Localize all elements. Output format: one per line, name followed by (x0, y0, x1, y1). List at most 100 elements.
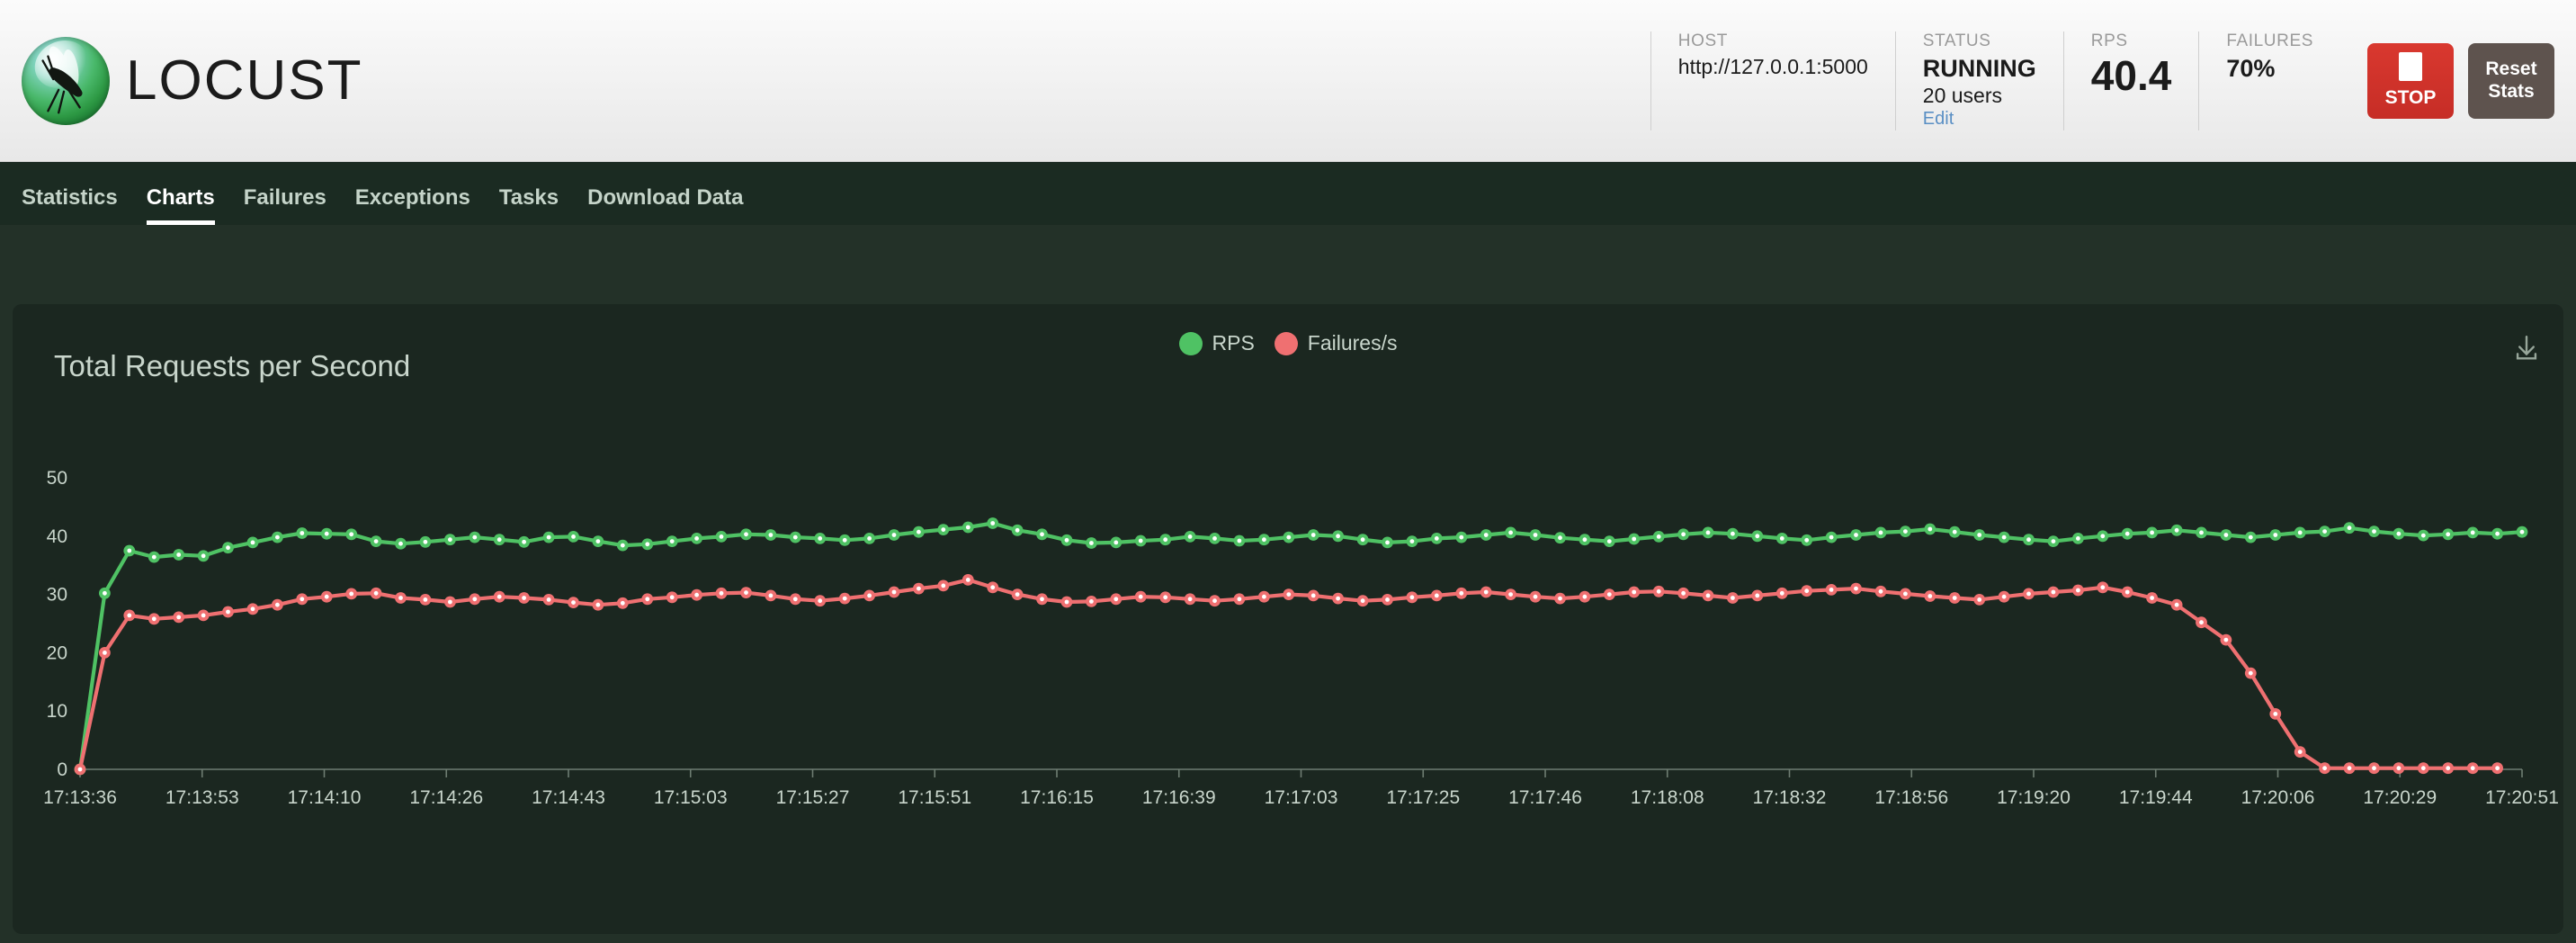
data-point-center (349, 532, 354, 537)
data-point-center (2396, 531, 2402, 536)
reset-stats-button[interactable]: Reset Stats (2468, 42, 2554, 119)
y-axis-tick-label: 20 (47, 642, 67, 663)
data-point-center (965, 578, 970, 582)
tab-download-data[interactable]: Download Data (573, 185, 757, 225)
data-point-center (103, 590, 107, 596)
data-point-center (1360, 537, 1365, 543)
data-point-center (2100, 585, 2106, 590)
data-point-center (201, 553, 206, 559)
data-point-center (1089, 599, 1094, 604)
data-point-center (1064, 537, 1069, 543)
data-point-center (1731, 531, 1735, 536)
data-point-center (1015, 527, 1020, 533)
x-axis-tick-label: 17:15:27 (776, 787, 850, 808)
data-point-center (694, 536, 699, 541)
data-point-center (1212, 598, 1217, 604)
data-point-center (620, 543, 625, 548)
data-point-center (546, 597, 551, 602)
stop-button[interactable]: STOP (2367, 42, 2454, 119)
data-point-center (1681, 532, 1686, 537)
data-point-center (522, 596, 526, 600)
data-point-center (1508, 592, 1513, 597)
data-point-center (1237, 597, 1242, 602)
data-point-center (1114, 540, 1119, 545)
data-point-center (1977, 597, 1982, 602)
data-point-center (1705, 593, 1711, 598)
data-point-center (1015, 592, 1020, 597)
main-nav: Statistics Charts Failures Exceptions Ta… (0, 162, 2576, 225)
data-point-center (990, 585, 996, 590)
stat-host-label: HOST (1677, 31, 1728, 50)
data-point-center (1731, 596, 1735, 600)
data-point-center (719, 534, 724, 539)
data-point-center (1434, 593, 1439, 598)
data-point-center (1089, 541, 1094, 545)
data-point-center (2273, 533, 2278, 537)
data-point-center (151, 616, 157, 622)
stat-status-label: STATUS (1922, 31, 1991, 50)
data-point-center (1977, 533, 1982, 537)
x-axis-tick-label: 17:15:03 (654, 787, 728, 808)
data-point-center (1237, 538, 1242, 543)
data-point-center (1878, 530, 1883, 535)
stop-square-icon (2399, 51, 2422, 81)
series-line-failuress (77, 578, 2500, 772)
data-point-center (2495, 766, 2500, 771)
data-point-center (373, 539, 379, 543)
stat-status: STATUS RUNNING 20 users Edit (1896, 31, 2064, 130)
data-point-center (1632, 589, 1637, 595)
stat-failures-label: FAILURES (2226, 31, 2313, 50)
data-point-center (1533, 594, 1538, 599)
data-point-center (1558, 535, 1562, 541)
tab-charts[interactable]: Charts (132, 185, 229, 225)
data-point-center (2100, 534, 2106, 539)
data-point-center (1114, 597, 1119, 602)
chart-plot-area[interactable]: 0 10 20 30 40 50 17:13:36 17:13:53 17:14:10 17:14… (13, 304, 2563, 934)
data-point-center (1705, 530, 1711, 535)
x-axis-tick-label: 17:20:51 (2485, 787, 2559, 808)
edit-link[interactable]: Edit (1923, 109, 2036, 130)
data-point-center (1952, 596, 1957, 600)
data-point-center (1779, 536, 1784, 541)
data-point-center (77, 767, 83, 772)
data-point-center (2174, 602, 2179, 607)
data-point-center (1558, 596, 1562, 601)
stop-button-label: STOP (2384, 86, 2437, 108)
data-point-center (2026, 537, 2031, 543)
data-point-center (496, 594, 502, 599)
data-point-center (818, 536, 823, 541)
data-point-center (423, 539, 428, 544)
tab-statistics[interactable]: Statistics (22, 185, 132, 225)
data-point-center (1434, 536, 1439, 541)
data-point-center (1040, 597, 1044, 602)
tab-tasks[interactable]: Tasks (485, 185, 573, 225)
data-point-center (275, 602, 280, 607)
stat-status-value: RUNNING (1922, 54, 2036, 82)
data-point-center (1336, 534, 1340, 539)
data-point-center (423, 597, 428, 602)
data-point-center (645, 597, 650, 602)
x-axis-tick-label: 17:20:06 (2241, 787, 2315, 808)
data-point-center (2446, 532, 2451, 537)
data-point-center (1385, 540, 1390, 545)
reset-label-line2: Stats (2488, 80, 2535, 102)
data-point-center (2420, 766, 2426, 771)
data-point-center (1779, 590, 1784, 596)
tab-exceptions[interactable]: Exceptions (341, 185, 485, 225)
data-point-center (2001, 594, 2007, 599)
data-point-center (1459, 590, 1464, 596)
data-point-center (2124, 531, 2130, 536)
data-point-center (917, 586, 921, 591)
data-point-center (2051, 539, 2056, 543)
data-point-center (324, 594, 329, 599)
data-point-center (398, 541, 403, 546)
data-point-center (1903, 591, 1908, 597)
data-point-center (1262, 537, 1266, 543)
data-point-center (176, 552, 182, 557)
data-point-center (1187, 597, 1193, 602)
x-axis-tick-label: 17:16:15 (1020, 787, 1094, 808)
data-point-center (965, 525, 970, 530)
data-point-center (2347, 525, 2352, 531)
tab-failures[interactable]: Failures (229, 185, 341, 225)
data-point-center (1582, 537, 1588, 543)
